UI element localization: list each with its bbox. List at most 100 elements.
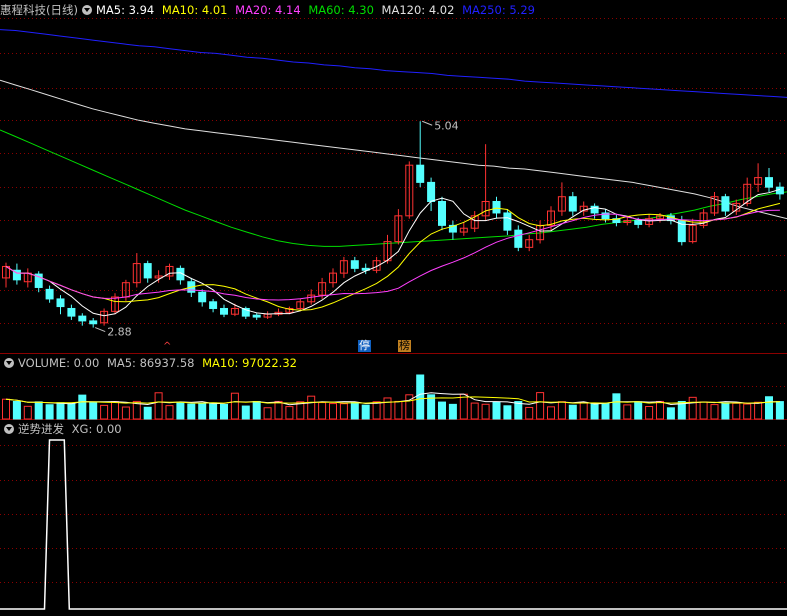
- candle-body: [438, 200, 446, 226]
- ma5-value: MA5: 3.94: [95, 3, 155, 17]
- annotation-leader: [422, 120, 433, 126]
- volume-bar: [492, 401, 501, 420]
- volume-bar: [634, 401, 643, 420]
- stock-title: 惠程科技(日线): [0, 3, 78, 17]
- volume-bar: [12, 400, 21, 420]
- volume-bar: [318, 402, 327, 420]
- volume-bar: [666, 407, 675, 420]
- volume-bar: [688, 396, 697, 420]
- volume-bar: [165, 405, 174, 420]
- volume-bar: [361, 404, 370, 420]
- candle-body: [78, 315, 87, 322]
- volume-bar: [710, 404, 719, 420]
- ma120-value: MA120: 4.02: [381, 3, 455, 17]
- ma-line-ma120: [0, 79, 787, 220]
- volume-bar: [67, 402, 76, 420]
- candle-body: [209, 301, 218, 309]
- volume-bar: [525, 406, 534, 420]
- volume-bar: [230, 392, 239, 420]
- volume-bar: [601, 403, 610, 420]
- candle-body: [252, 314, 261, 318]
- volume-bar: [176, 401, 185, 420]
- vol-ma5-value: MA5: 86937.58: [106, 356, 195, 370]
- volume-bar: [754, 401, 763, 420]
- vol-ma10-value: MA10: 97022.32: [202, 356, 297, 370]
- volume-bar: [241, 405, 250, 420]
- dropdown-icon[interactable]: [81, 5, 92, 15]
- candle-body: [427, 181, 436, 202]
- volume-bar: [590, 403, 599, 420]
- volume-bar: [252, 400, 261, 420]
- billboard-marker[interactable]: 榜: [398, 340, 411, 352]
- ma10-value: MA10: 4.01: [161, 3, 228, 17]
- volume-bar: [34, 401, 43, 420]
- volume-bar: [721, 402, 730, 420]
- volume-bar: [121, 406, 130, 420]
- candle-body: [143, 263, 152, 279]
- candle-body: [56, 298, 65, 308]
- volume-bar: [765, 396, 773, 420]
- volume-panel[interactable]: [2, 374, 784, 420]
- annotation-leader: [95, 327, 106, 333]
- indicator-title: 逆势进发: [18, 422, 64, 436]
- candle-body: [220, 307, 228, 315]
- ma60-value: MA60: 4.30: [308, 3, 374, 17]
- volume-value: VOLUME: 0.00: [18, 356, 100, 370]
- candle-body: [514, 229, 523, 248]
- volume-legend: VOLUME: 0.00 MA5: 86937.58 MA10: 97022.3…: [0, 355, 301, 371]
- price-panel[interactable]: 5.04 2.88: [0, 29, 787, 339]
- candle-body: [198, 291, 207, 303]
- indicator-legend: 逆势进发 XG: 0.00: [0, 421, 126, 437]
- candle-body: [568, 196, 577, 212]
- volume-bar: [612, 393, 621, 420]
- volume-bar: [438, 401, 446, 420]
- volume-bar: [568, 404, 577, 420]
- volume-bar: [448, 403, 457, 420]
- volume-bar: [557, 401, 566, 420]
- volume-bar: [743, 403, 752, 420]
- volume-bar: [339, 403, 348, 420]
- volume-bar: [514, 401, 523, 420]
- volume-bar: [329, 403, 337, 420]
- volume-bar: [470, 402, 479, 420]
- arrow-marker: ^: [163, 341, 172, 352]
- volume-bar: [45, 404, 54, 420]
- price-legend: 惠程科技(日线) MA5: 3.94 MA10: 4.01 MA20: 4.14 …: [0, 2, 539, 18]
- volume-bar: [372, 401, 381, 420]
- volume-bar: [579, 401, 588, 420]
- ma-line-ma250: [0, 29, 787, 98]
- volume-bar: [100, 404, 109, 420]
- dropdown-icon[interactable]: [4, 358, 14, 368]
- volume-bar: [536, 392, 545, 420]
- candle-body: [634, 220, 643, 225]
- dropdown-icon[interactable]: [4, 424, 14, 434]
- candle-body: [89, 320, 98, 325]
- xg-value: XG: 0.00: [71, 422, 122, 436]
- candle-body: [765, 177, 773, 188]
- ma250-value: MA250: 5.29: [462, 3, 535, 17]
- ma-line-ma60: [0, 129, 787, 247]
- volume-bar: [481, 403, 490, 420]
- volume-bar: [416, 374, 425, 420]
- volume-bar: [111, 401, 119, 420]
- volume-bar: [274, 400, 283, 420]
- volume-bar: [285, 406, 294, 420]
- candle-body: [416, 164, 425, 183]
- candle-body: [45, 288, 54, 300]
- volume-bar: [547, 406, 555, 420]
- volume-bar: [383, 397, 392, 420]
- volume-bar: [78, 394, 87, 420]
- volume-bar: [198, 402, 207, 420]
- indicator-panel[interactable]: [0, 439, 787, 610]
- suspend-marker[interactable]: 停: [358, 340, 371, 352]
- volume-bar: [307, 395, 316, 420]
- volume-bar: [89, 401, 98, 420]
- volume-bar: [350, 401, 359, 420]
- ma20-value: MA20: 4.14: [235, 3, 301, 17]
- volume-bar: [459, 393, 468, 420]
- candle-body: [503, 212, 512, 231]
- volume-bar: [187, 403, 196, 420]
- volume-bar: [23, 405, 32, 420]
- volume-bar: [263, 407, 272, 420]
- stock-chart[interactable]: 5.04 2.88: [0, 0, 787, 616]
